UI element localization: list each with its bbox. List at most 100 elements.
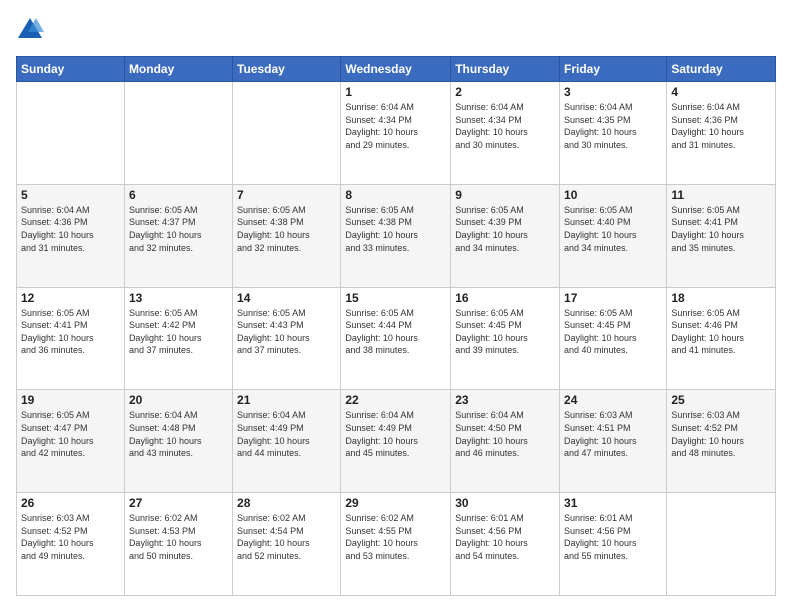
day-info: Sunrise: 6:04 AM Sunset: 4:34 PM Dayligh…: [455, 101, 555, 151]
day-cell: 4 Sunrise: 6:04 AM Sunset: 4:36 PM Daylig…: [667, 82, 776, 185]
day-info: Sunrise: 6:02 AM Sunset: 4:54 PM Dayligh…: [237, 512, 336, 562]
day-info: Sunrise: 6:01 AM Sunset: 4:56 PM Dayligh…: [564, 512, 662, 562]
day-info: Sunrise: 6:05 AM Sunset: 4:43 PM Dayligh…: [237, 307, 336, 357]
day-number: 24: [564, 393, 662, 407]
day-cell: 30Sunrise: 6:01 AM Sunset: 4:56 PM Dayli…: [451, 493, 560, 596]
day-cell: 20 Sunrise: 6:04 AM Sunset: 4:48 PM Dayli…: [124, 390, 232, 493]
day-number: 10: [564, 188, 662, 202]
header: [16, 16, 776, 44]
weekday-header-saturday: Saturday: [667, 57, 776, 82]
day-cell: 18 Sunrise: 6:05 AM Sunset: 4:46 PM Dayli…: [667, 287, 776, 390]
day-number: 11: [671, 188, 771, 202]
day-number: 12: [21, 291, 120, 305]
day-number: 28: [237, 496, 336, 510]
day-number: 20: [129, 393, 228, 407]
day-number: 7: [237, 188, 336, 202]
day-info: Sunrise: 6:05 AM Sunset: 4:44 PM Dayligh…: [345, 307, 446, 357]
day-cell: 17Sunrise: 6:05 AM Sunset: 4:45 PM Dayli…: [560, 287, 667, 390]
day-cell: 10 Sunrise: 6:05 AM Sunset: 4:40 PM Dayli…: [560, 184, 667, 287]
day-info: Sunrise: 6:05 AM Sunset: 4:37 PM Dayligh…: [129, 204, 228, 254]
day-cell: 28 Sunrise: 6:02 AM Sunset: 4:54 PM Dayli…: [233, 493, 341, 596]
day-cell: 24 Sunrise: 6:03 AM Sunset: 4:51 PM Dayli…: [560, 390, 667, 493]
day-number: 13: [129, 291, 228, 305]
day-info: Sunrise: 6:03 AM Sunset: 4:51 PM Dayligh…: [564, 409, 662, 459]
day-cell: 21 Sunrise: 6:04 AM Sunset: 4:49 PM Dayli…: [233, 390, 341, 493]
day-number: 18: [671, 291, 771, 305]
day-cell: [667, 493, 776, 596]
day-number: 15: [345, 291, 446, 305]
week-row-4: 19 Sunrise: 6:05 AM Sunset: 4:47 PM Dayli…: [17, 390, 776, 493]
day-cell: 13 Sunrise: 6:05 AM Sunset: 4:42 PM Dayli…: [124, 287, 232, 390]
day-cell: [124, 82, 232, 185]
calendar: SundayMondayTuesdayWednesdayThursdayFrid…: [16, 56, 776, 596]
day-info: Sunrise: 6:02 AM Sunset: 4:53 PM Dayligh…: [129, 512, 228, 562]
day-cell: 29 Sunrise: 6:02 AM Sunset: 4:55 PM Dayli…: [341, 493, 451, 596]
week-row-3: 12 Sunrise: 6:05 AM Sunset: 4:41 PM Dayli…: [17, 287, 776, 390]
day-cell: 27 Sunrise: 6:02 AM Sunset: 4:53 PM Dayli…: [124, 493, 232, 596]
day-cell: 14 Sunrise: 6:05 AM Sunset: 4:43 PM Dayli…: [233, 287, 341, 390]
weekday-header-row: SundayMondayTuesdayWednesdayThursdayFrid…: [17, 57, 776, 82]
logo: [16, 16, 48, 44]
day-info: Sunrise: 6:04 AM Sunset: 4:48 PM Dayligh…: [129, 409, 228, 459]
day-cell: 2 Sunrise: 6:04 AM Sunset: 4:34 PM Daylig…: [451, 82, 560, 185]
day-info: Sunrise: 6:04 AM Sunset: 4:34 PM Dayligh…: [345, 101, 446, 151]
weekday-header-friday: Friday: [560, 57, 667, 82]
day-number: 23: [455, 393, 555, 407]
day-cell: [17, 82, 125, 185]
day-info: Sunrise: 6:04 AM Sunset: 4:49 PM Dayligh…: [345, 409, 446, 459]
page: SundayMondayTuesdayWednesdayThursdayFrid…: [0, 0, 792, 612]
weekday-header-thursday: Thursday: [451, 57, 560, 82]
day-cell: 19 Sunrise: 6:05 AM Sunset: 4:47 PM Dayli…: [17, 390, 125, 493]
day-number: 25: [671, 393, 771, 407]
day-info: Sunrise: 6:03 AM Sunset: 4:52 PM Dayligh…: [671, 409, 771, 459]
day-number: 31: [564, 496, 662, 510]
week-row-5: 26Sunrise: 6:03 AM Sunset: 4:52 PM Dayli…: [17, 493, 776, 596]
day-number: 4: [671, 85, 771, 99]
day-info: Sunrise: 6:05 AM Sunset: 4:38 PM Dayligh…: [237, 204, 336, 254]
week-row-2: 5 Sunrise: 6:04 AM Sunset: 4:36 PM Daylig…: [17, 184, 776, 287]
day-cell: 15 Sunrise: 6:05 AM Sunset: 4:44 PM Dayli…: [341, 287, 451, 390]
day-number: 21: [237, 393, 336, 407]
day-cell: 26Sunrise: 6:03 AM Sunset: 4:52 PM Dayli…: [17, 493, 125, 596]
day-cell: 16 Sunrise: 6:05 AM Sunset: 4:45 PM Dayli…: [451, 287, 560, 390]
day-cell: 7 Sunrise: 6:05 AM Sunset: 4:38 PM Daylig…: [233, 184, 341, 287]
day-info: Sunrise: 6:04 AM Sunset: 4:36 PM Dayligh…: [21, 204, 120, 254]
logo-icon: [16, 16, 44, 44]
day-info: Sunrise: 6:05 AM Sunset: 4:38 PM Dayligh…: [345, 204, 446, 254]
day-info: Sunrise: 6:04 AM Sunset: 4:49 PM Dayligh…: [237, 409, 336, 459]
day-number: 17: [564, 291, 662, 305]
day-cell: 5 Sunrise: 6:04 AM Sunset: 4:36 PM Daylig…: [17, 184, 125, 287]
day-number: 2: [455, 85, 555, 99]
day-number: 6: [129, 188, 228, 202]
day-number: 29: [345, 496, 446, 510]
day-info: Sunrise: 6:02 AM Sunset: 4:55 PM Dayligh…: [345, 512, 446, 562]
weekday-header-sunday: Sunday: [17, 57, 125, 82]
day-cell: 3Sunrise: 6:04 AM Sunset: 4:35 PM Daylig…: [560, 82, 667, 185]
day-number: 27: [129, 496, 228, 510]
day-info: Sunrise: 6:05 AM Sunset: 4:47 PM Dayligh…: [21, 409, 120, 459]
weekday-header-tuesday: Tuesday: [233, 57, 341, 82]
day-info: Sunrise: 6:05 AM Sunset: 4:42 PM Dayligh…: [129, 307, 228, 357]
day-number: 3: [564, 85, 662, 99]
day-cell: 22Sunrise: 6:04 AM Sunset: 4:49 PM Dayli…: [341, 390, 451, 493]
day-number: 19: [21, 393, 120, 407]
day-cell: 25 Sunrise: 6:03 AM Sunset: 4:52 PM Dayli…: [667, 390, 776, 493]
day-info: Sunrise: 6:05 AM Sunset: 4:39 PM Dayligh…: [455, 204, 555, 254]
day-info: Sunrise: 6:05 AM Sunset: 4:46 PM Dayligh…: [671, 307, 771, 357]
day-number: 14: [237, 291, 336, 305]
day-number: 16: [455, 291, 555, 305]
day-cell: 31 Sunrise: 6:01 AM Sunset: 4:56 PM Dayli…: [560, 493, 667, 596]
day-number: 9: [455, 188, 555, 202]
day-info: Sunrise: 6:04 AM Sunset: 4:36 PM Dayligh…: [671, 101, 771, 151]
week-row-1: 1 Sunrise: 6:04 AM Sunset: 4:34 PM Daylig…: [17, 82, 776, 185]
day-number: 5: [21, 188, 120, 202]
day-info: Sunrise: 6:05 AM Sunset: 4:45 PM Dayligh…: [455, 307, 555, 357]
day-number: 1: [345, 85, 446, 99]
day-info: Sunrise: 6:05 AM Sunset: 4:40 PM Dayligh…: [564, 204, 662, 254]
day-cell: 8Sunrise: 6:05 AM Sunset: 4:38 PM Daylig…: [341, 184, 451, 287]
day-cell: 23 Sunrise: 6:04 AM Sunset: 4:50 PM Dayli…: [451, 390, 560, 493]
day-cell: 6 Sunrise: 6:05 AM Sunset: 4:37 PM Daylig…: [124, 184, 232, 287]
day-info: Sunrise: 6:04 AM Sunset: 4:50 PM Dayligh…: [455, 409, 555, 459]
weekday-header-monday: Monday: [124, 57, 232, 82]
day-info: Sunrise: 6:05 AM Sunset: 4:41 PM Dayligh…: [21, 307, 120, 357]
